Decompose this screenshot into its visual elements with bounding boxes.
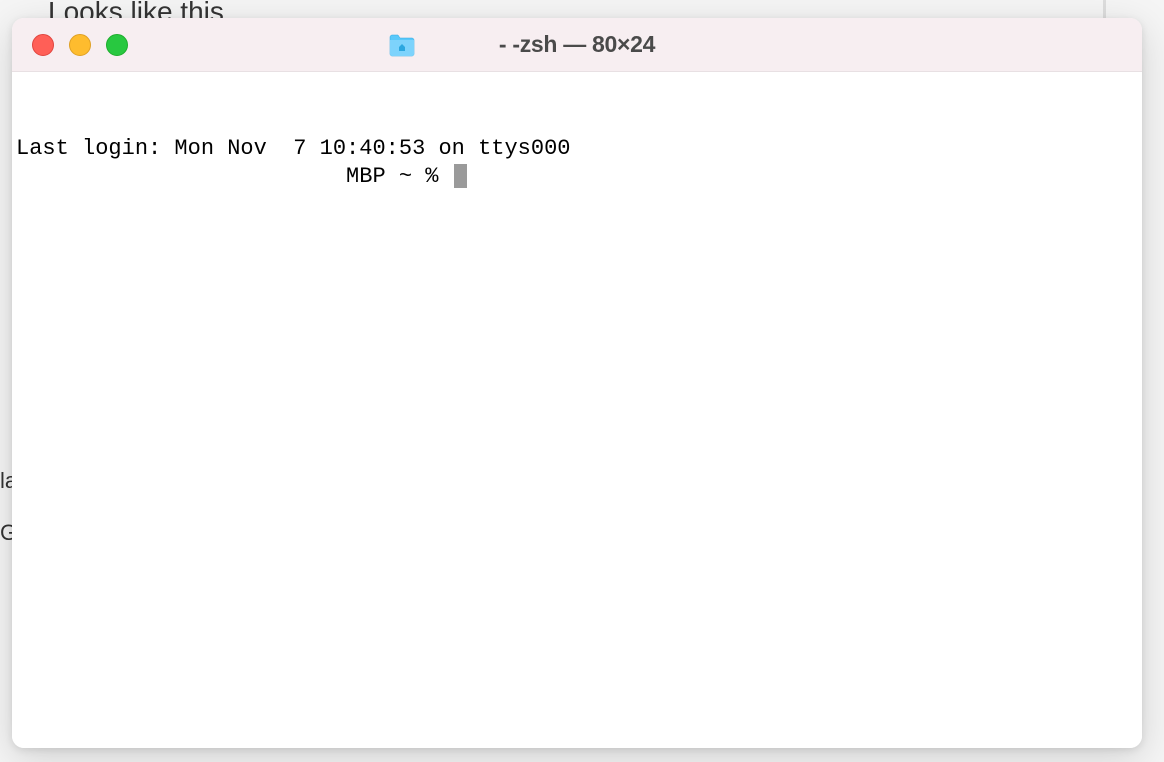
home-folder-icon[interactable]	[388, 33, 416, 57]
shell-prompt: MBP ~ %	[16, 163, 1138, 191]
minimize-button[interactable]	[69, 34, 91, 56]
prompt-text: MBP ~ %	[16, 163, 452, 191]
traffic-lights	[12, 34, 128, 56]
window-titlebar[interactable]: - -zsh — 80×24	[12, 18, 1142, 72]
window-title: - -zsh — 80×24	[499, 31, 655, 58]
last-login-line: Last login: Mon Nov 7 10:40:53 on ttys00…	[16, 135, 1138, 163]
zoom-button[interactable]	[106, 34, 128, 56]
close-button[interactable]	[32, 34, 54, 56]
terminal-content[interactable]: Last login: Mon Nov 7 10:40:53 on ttys00…	[12, 72, 1142, 748]
background-edge	[1103, 0, 1106, 20]
cursor	[454, 164, 467, 188]
terminal-window[interactable]: - -zsh — 80×24 Last login: Mon Nov 7 10:…	[12, 18, 1142, 748]
